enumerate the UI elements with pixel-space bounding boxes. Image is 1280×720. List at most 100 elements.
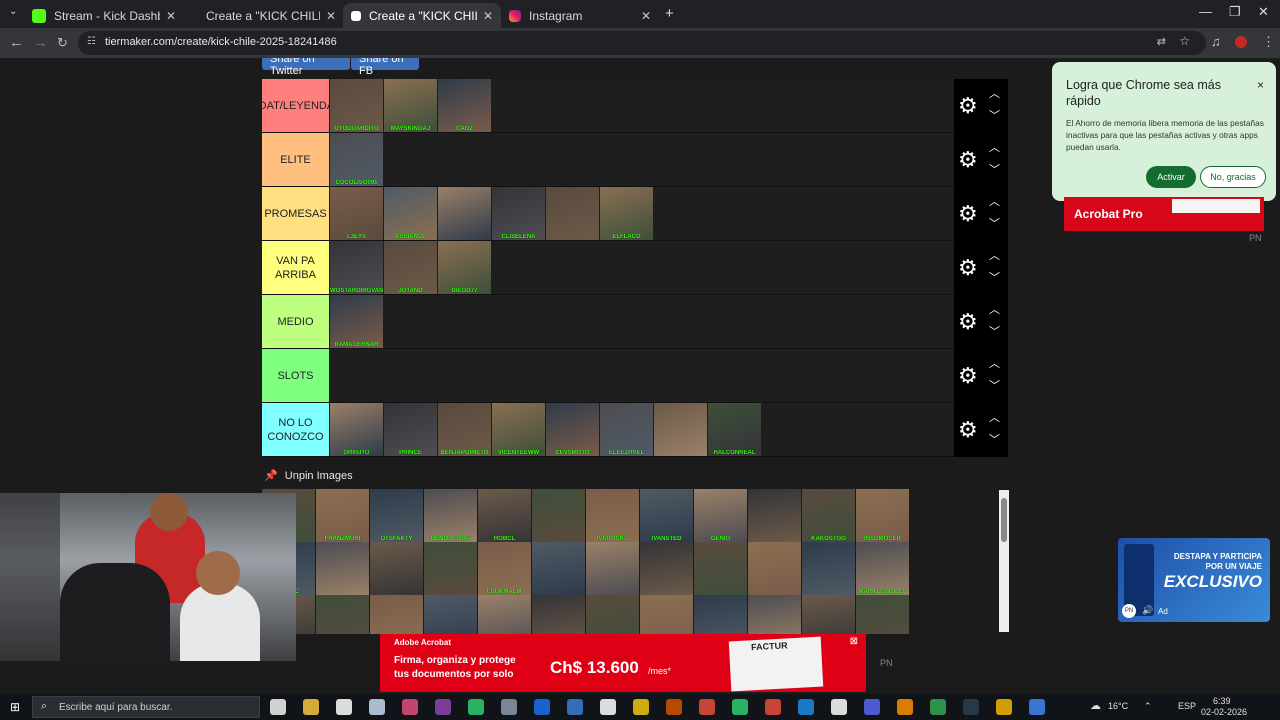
forward-icon[interactable]: → (33, 34, 48, 51)
streamer-thumbnail[interactable]: ELFLACO (600, 187, 653, 240)
move-down-icon[interactable]: ﹀ (989, 323, 1000, 339)
move-up-icon[interactable]: ︿ (989, 409, 1000, 425)
app-icon[interactable] (600, 699, 616, 715)
notepad-icon[interactable] (336, 699, 352, 715)
pool-thumbnail[interactable] (748, 489, 801, 542)
streamer-thumbnail[interactable]: DIEGO77 (438, 241, 491, 294)
translate-icon[interactable]: ⇄ (1157, 35, 1166, 48)
settings-icon[interactable] (633, 699, 649, 715)
move-up-icon[interactable]: ︿ (989, 247, 1000, 263)
streamer-thumbnail[interactable] (438, 187, 491, 240)
popup-close-icon[interactable]: × (1257, 78, 1264, 92)
windows-start-icon[interactable]: ⊞ (10, 700, 20, 714)
address-bar[interactable]: ☷ tiermaker.com/create/kick-chile-2025-1… (78, 31, 1206, 55)
gear-icon[interactable]: ⚙ (958, 147, 978, 173)
gear-icon[interactable]: ⚙ (958, 201, 978, 227)
new-tab-icon[interactable]: + (665, 5, 674, 22)
pool-thumbnail[interactable] (856, 595, 909, 634)
site-info-icon[interactable]: ☷ (87, 36, 96, 47)
gear-icon[interactable]: ⚙ (958, 417, 978, 443)
close-icon[interactable]: ✕ (641, 9, 651, 23)
move-up-icon[interactable]: ︿ (989, 139, 1000, 155)
pool-thumbnail[interactable] (370, 542, 423, 595)
travel-ad[interactable]: DESTAPA Y PARTICIPA POR UN VIAJE EXCLUSI… (1118, 538, 1270, 622)
pool-thumbnail[interactable] (748, 542, 801, 595)
pool-thumbnail[interactable]: BENOVES047 (424, 489, 477, 542)
pool-thumbnail[interactable] (532, 595, 585, 634)
pool-thumbnail[interactable]: LUNIRIS (748, 595, 801, 634)
streamer-thumbnail[interactable]: CLISELENA (492, 187, 545, 240)
tier-label[interactable]: GOAT/LEYENDAS (249, 79, 342, 132)
pool-thumbnail[interactable]: OTSFAKTY (370, 489, 423, 542)
tier-label[interactable]: SLOTS (262, 349, 329, 402)
tray-chevron-icon[interactable]: ⌃ (1144, 701, 1152, 712)
pool-thumbnail[interactable]: YTMCL (478, 595, 531, 634)
pool-thumbnail[interactable]: INSOMOCER (856, 489, 909, 542)
move-down-icon[interactable]: ﹀ (989, 215, 1000, 231)
streamer-thumbnail[interactable]: ASSIANCL (384, 187, 437, 240)
streamer-thumbnail[interactable]: CAOZ (438, 79, 491, 132)
streamer-thumbnail[interactable] (546, 187, 599, 240)
tier-label[interactable]: ELITE (262, 133, 329, 186)
close-window-icon[interactable]: ✕ (1258, 4, 1269, 20)
app-icon[interactable] (963, 699, 979, 715)
tab-tiermaker-2[interactable]: Create a "KICK CHILE 2025" Tie ✕ (343, 3, 501, 28)
move-up-icon[interactable]: ︿ (989, 301, 1000, 317)
pool-thumbnail[interactable] (532, 542, 585, 595)
pool-thumbnail[interactable]: ROBCL (478, 489, 531, 542)
media-icon[interactable]: ♫ (1211, 34, 1221, 49)
gear-icon[interactable]: ⚙ (958, 363, 978, 389)
weather-icon[interactable]: ☁ (1090, 699, 1101, 712)
streamer-thumbnail[interactable]: HALCONREAL (708, 403, 761, 456)
minimize-icon[interactable]: — (1199, 4, 1212, 19)
app-icon[interactable] (435, 699, 451, 715)
taskbar-search[interactable]: ⌕ Escribe aquí para buscar. (32, 696, 260, 718)
streamer-thumbnail[interactable]: OTODUARDITO (330, 79, 383, 132)
app-icon[interactable] (897, 699, 913, 715)
tiktok-icon[interactable] (831, 699, 847, 715)
tab-tiermaker-1[interactable]: Create a "KICK CHILE 2025" Tie ✕ (184, 3, 344, 28)
pool-thumbnail[interactable] (424, 595, 477, 634)
move-down-icon[interactable]: ﹀ (989, 431, 1000, 447)
streamer-thumbnail[interactable]: GRIISITO (330, 403, 383, 456)
streamer-thumbnail[interactable]: ELEEZRVEL (600, 403, 653, 456)
streamer-thumbnail[interactable]: CEVSMOTO (546, 403, 599, 456)
decline-button[interactable]: No, gracias (1200, 166, 1266, 188)
capcut-icon[interactable] (501, 699, 517, 715)
share-twitter-button[interactable]: Share on Twitter (262, 58, 350, 77)
streamer-thumbnail[interactable]: COCOLISO091 (330, 133, 383, 186)
pool-thumbnail[interactable]: IVANSTED (640, 489, 693, 542)
streamer-thumbnail[interactable]: PRINCE (384, 403, 437, 456)
pool-thumbnail[interactable] (370, 595, 423, 634)
tier-label[interactable]: NO LO CONOZCO (262, 403, 329, 456)
discord-icon[interactable] (864, 699, 880, 715)
unpin-images-link[interactable]: 📌 Unpin Images (264, 469, 353, 482)
share-fb-button[interactable]: Share on FB (351, 58, 419, 77)
back-icon[interactable]: ← (9, 34, 24, 51)
close-icon[interactable]: ✕ (166, 9, 176, 23)
move-up-icon[interactable]: ︿ (989, 85, 1000, 101)
pool-thumbnail[interactable] (316, 542, 369, 595)
pool-thumbnail[interactable] (694, 542, 747, 595)
gear-icon[interactable]: ⚙ (958, 309, 978, 335)
pool-scrollbar-thumb[interactable] (1001, 498, 1007, 542)
pool-scrollbar[interactable] (999, 490, 1009, 632)
cortana-icon[interactable] (270, 699, 286, 715)
gear-icon[interactable]: ⚙ (958, 255, 978, 281)
twitch-icon[interactable] (402, 699, 418, 715)
close-icon[interactable]: ✕ (483, 9, 493, 23)
ad-close-icon[interactable]: ⊠ (850, 636, 858, 647)
tier-label[interactable]: MEDIO (262, 295, 329, 348)
activate-button[interactable]: Activar (1146, 166, 1196, 188)
avatar[interactable] (1235, 36, 1247, 48)
streamer-thumbnail[interactable]: BENJAPOIMETO (438, 403, 491, 456)
streamer-thumbnail[interactable]: VICENTEEWW (492, 403, 545, 456)
streamer-thumbnail[interactable] (654, 403, 707, 456)
zoom-icon[interactable] (534, 699, 550, 715)
language-indicator[interactable]: ESP (1178, 701, 1196, 711)
tier-label[interactable]: VAN PA ARRIBA (262, 241, 329, 294)
adobe-bottom-ad[interactable]: Adobe Acrobat Firma, organiza y protege … (380, 634, 866, 692)
chrome-icon[interactable] (1029, 699, 1045, 715)
pool-thumbnail[interactable]: MARKUSWOLFS (856, 542, 909, 595)
pool-thumbnail[interactable]: LUUKMALIK (478, 542, 531, 595)
